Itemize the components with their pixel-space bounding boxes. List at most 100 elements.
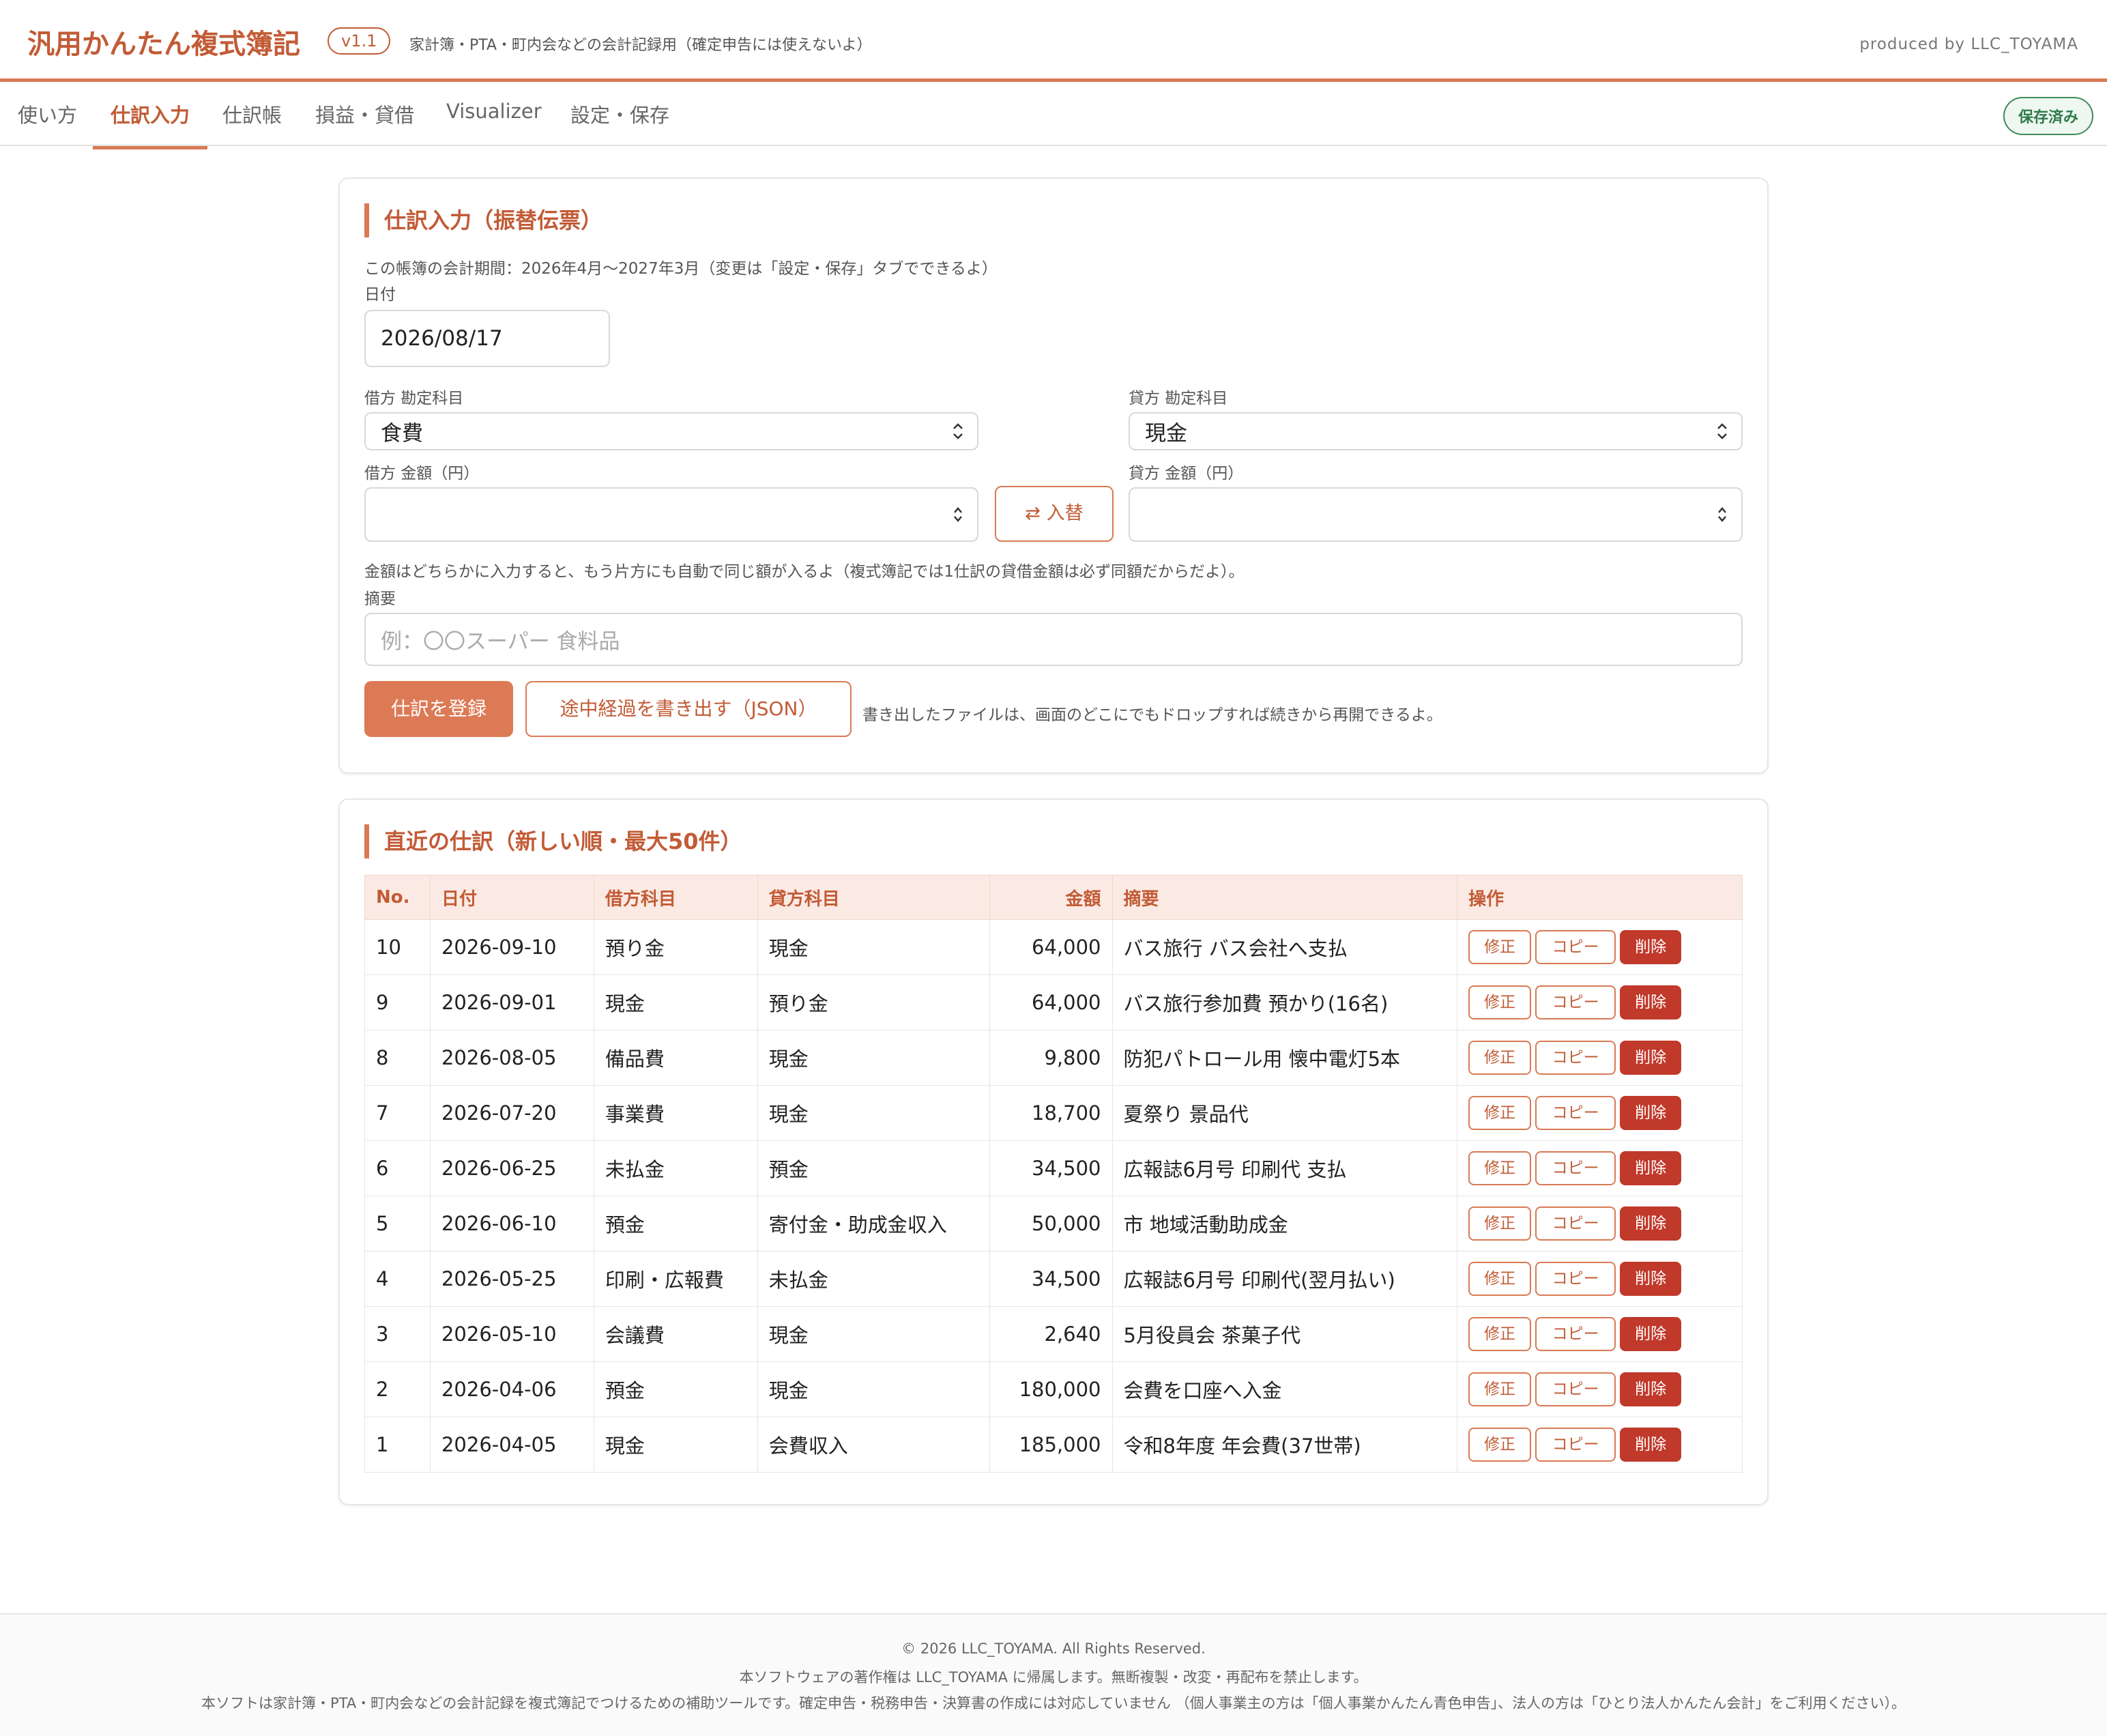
edit-button[interactable]: 修正 [1468, 1262, 1532, 1296]
date-input[interactable]: 2026/08/17 [364, 310, 610, 367]
cell-no: 5 [364, 1196, 431, 1252]
export-json-button[interactable]: 途中経過を書き出す（JSON） [525, 681, 852, 737]
cell-no: 2 [364, 1361, 431, 1417]
app-tagline: 家計簿・PTA・町内会などの会計記録用（確定申告には使えないよ） [409, 37, 872, 54]
cell-date: 2026-04-06 [429, 1361, 594, 1417]
table-header-row: No. 日付 借方科目 貸方科目 金額 摘要 操作 [364, 875, 1743, 920]
cell-debit: 預金 [593, 1361, 758, 1417]
table-row: 5 2026-06-10 預金 寄付金・助成金収入 50,000 市 地域活動助成金 修正コ… [364, 1196, 1743, 1252]
copy-button[interactable]: コピー [1535, 1096, 1616, 1130]
register-entry-button[interactable]: 仕訳を登録 [364, 681, 513, 737]
memo-label: 摘要 [364, 590, 396, 608]
delete-button[interactable]: 削除 [1620, 1041, 1682, 1075]
cell-debit: 会議費 [593, 1306, 758, 1362]
swap-button[interactable]: ⇄ 入替 [995, 486, 1114, 542]
tab-entry[interactable]: 仕訳入力 [93, 100, 208, 149]
copy-button[interactable]: コピー [1535, 1206, 1616, 1241]
edit-button[interactable]: 修正 [1468, 1151, 1532, 1185]
table-row: 6 2026-06-25 未払金 預金 34,500 広報誌6月号 印刷代 支払 修正 コピー… [364, 1140, 1743, 1196]
delete-button[interactable]: 削除 [1620, 1428, 1682, 1462]
copy-button[interactable]: コピー [1535, 985, 1616, 1019]
date-label: 日付 [364, 286, 396, 304]
delete-button[interactable]: 削除 [1620, 1151, 1682, 1185]
delete-button[interactable]: 削除 [1620, 930, 1682, 964]
memo-placeholder: 例：〇〇スーパー 食料品 [381, 629, 620, 654]
memo-input[interactable]: 例：〇〇スーパー 食料品 [364, 613, 1743, 666]
footer-disclaimer: 本ソフトは家計簿・PTA・町内会などの会計記録を複式簿記でつけるための補助ツール… [201, 1695, 1906, 1711]
table-row: 3 2026-05-10 会議費 現金 2,640 5月役員会 茶菓子代 修正 コピー 削除 [364, 1306, 1743, 1362]
cell-date: 2026-06-25 [429, 1140, 594, 1196]
table-row: 7 2026-07-20 事業費 現金 18,700 夏祭り 景品代 修正 コピー 削除 [364, 1085, 1743, 1141]
cell-debit: 現金 [593, 974, 758, 1030]
cell-credit: 現金 [757, 1085, 990, 1141]
cell-amount: 34,500 [989, 1251, 1113, 1307]
edit-button[interactable]: 修正 [1468, 1428, 1532, 1462]
credit-amount-label: 貸方 金額（円） [1129, 465, 1244, 482]
copy-button[interactable]: コピー [1535, 1151, 1616, 1185]
cell-no: 9 [364, 974, 431, 1030]
cell-memo: 防犯パトロール用 懐中電灯5本 [1111, 1030, 1458, 1086]
delete-button[interactable]: 削除 [1620, 1206, 1682, 1241]
copy-button[interactable]: コピー [1535, 930, 1616, 964]
debit-account-label: 借方 勘定科目 [364, 390, 464, 407]
delete-button[interactable]: 削除 [1620, 1096, 1682, 1130]
cell-credit: 預り金 [757, 974, 990, 1030]
cell-credit: 未払金 [757, 1251, 990, 1307]
spinner-icon[interactable] [1715, 504, 1729, 525]
cell-credit: 会費収入 [757, 1417, 990, 1473]
edit-button[interactable]: 修正 [1468, 1372, 1532, 1406]
cell-debit: 現金 [593, 1417, 758, 1473]
credit-account-value: 現金 [1145, 421, 1187, 446]
tab-pl-bs[interactable]: 損益・貸借 [315, 100, 414, 146]
cell-amount: 64,000 [989, 919, 1113, 975]
cell-amount: 180,000 [989, 1361, 1113, 1417]
copy-button[interactable]: コピー [1535, 1372, 1616, 1406]
copy-button[interactable]: コピー [1535, 1428, 1616, 1462]
debit-account-select[interactable]: 食費 [364, 412, 978, 450]
tab-usage[interactable]: 使い方 [18, 100, 77, 146]
edit-button[interactable]: 修正 [1468, 985, 1532, 1019]
col-memo: 摘要 [1111, 875, 1458, 920]
cell-debit: 未払金 [593, 1140, 758, 1196]
cell-debit: 預金 [593, 1196, 758, 1252]
debit-amount-input[interactable] [364, 487, 978, 542]
version-badge: v1.1 [328, 27, 391, 55]
delete-button[interactable]: 削除 [1620, 1372, 1682, 1406]
edit-button[interactable]: 修正 [1468, 1317, 1532, 1351]
spinner-icon[interactable] [951, 504, 965, 525]
tab-journal[interactable]: 仕訳帳 [222, 100, 282, 146]
edit-button[interactable]: 修正 [1468, 1041, 1532, 1075]
edit-button[interactable]: 修正 [1468, 930, 1532, 964]
page-footer: © 2026 LLC_TOYAMA. All Rights Reserved. … [0, 1613, 2107, 1736]
delete-button[interactable]: 削除 [1620, 1262, 1682, 1296]
cell-memo: 夏祭り 景品代 [1111, 1085, 1458, 1141]
cell-no: 4 [364, 1251, 431, 1307]
copy-button[interactable]: コピー [1535, 1041, 1616, 1075]
table-row: 8 2026-08-05 備品費 現金 9,800 防犯パトロール用 懐中電灯5本 修正 コピ… [364, 1030, 1743, 1086]
copy-button[interactable]: コピー [1535, 1262, 1616, 1296]
app-title: 汎用かんたん複式簿記 [27, 29, 300, 60]
updown-chevron-icon [1717, 423, 1727, 439]
cell-debit: 預り金 [593, 919, 758, 975]
credit-amount-input[interactable] [1129, 487, 1743, 542]
cell-actions: 修正 コピー 削除 [1457, 1251, 1743, 1307]
edit-button[interactable]: 修正 [1468, 1206, 1532, 1241]
edit-button[interactable]: 修正 [1468, 1096, 1532, 1130]
delete-button[interactable]: 削除 [1620, 1317, 1682, 1351]
credit-account-select[interactable]: 現金 [1129, 412, 1743, 450]
save-status-badge: 保存済み [2003, 97, 2093, 135]
cell-amount: 50,000 [989, 1196, 1113, 1252]
date-value: 2026/08/17 [381, 326, 503, 351]
cell-actions: 修正 コピー 削除 [1457, 1085, 1743, 1141]
cell-actions: 修正 コピー 削除 [1457, 919, 1743, 975]
tab-visualizer[interactable]: Visualizer [446, 100, 542, 141]
col-credit: 貸方科目 [757, 875, 990, 920]
producer-credit: produced by LLC_TOYAMA [1859, 35, 2078, 53]
entry-form-card: 仕訳入力（振替伝票） この帳簿の会計期間：2026年4月〜2027年3月（変更は… [338, 177, 1769, 774]
tab-settings[interactable]: 設定・保存 [570, 100, 669, 146]
copy-button[interactable]: コピー [1535, 1317, 1616, 1351]
cell-date: 2026-09-01 [429, 974, 594, 1030]
cell-amount: 185,000 [989, 1417, 1113, 1473]
delete-button[interactable]: 削除 [1620, 985, 1682, 1019]
cell-debit: 印刷・広報費 [593, 1251, 758, 1307]
